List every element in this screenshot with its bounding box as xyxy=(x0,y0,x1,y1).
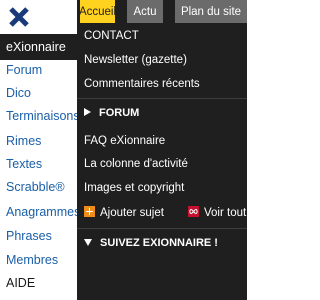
close-button[interactable] xyxy=(0,0,77,34)
follow-heading-label: SUIVEZ EXIONNAIRE ! xyxy=(100,237,218,249)
menu-item-images-copyright[interactable]: Images et copyright xyxy=(84,182,184,194)
close-icon xyxy=(8,6,30,28)
menu-item-contact[interactable]: CONTACT xyxy=(84,30,139,42)
sidebar-item-terminaisons[interactable]: Terminaisons xyxy=(0,103,80,129)
sidebar-item-aide[interactable]: AIDE xyxy=(0,270,77,296)
sidebar-item-scrabble[interactable]: Scrabble® xyxy=(0,174,77,200)
add-icon xyxy=(84,206,95,217)
infinity-icon xyxy=(188,206,199,217)
divider xyxy=(77,228,247,229)
menu-heading-follow[interactable]: SUIVEZ EXIONNAIRE ! xyxy=(84,237,218,249)
forum-heading-label: FORUM xyxy=(99,107,140,119)
see-all-label: Voir tout xyxy=(204,207,247,219)
sidebar-item-anagrammes[interactable]: Anagrammes xyxy=(0,199,80,225)
tab-plan-du-site[interactable]: Plan du site xyxy=(175,0,247,23)
tab-actu[interactable]: Actu xyxy=(127,0,163,23)
divider xyxy=(77,98,247,99)
menu-item-newsletter[interactable]: Newsletter (gazette) xyxy=(84,54,187,66)
sidebar: eXionnaire Forum Dico Terminaisons Rimes… xyxy=(0,0,80,300)
top-tabs: Accueil Actu Plan du site xyxy=(77,0,247,23)
tab-accueil[interactable]: Accueil xyxy=(79,0,116,23)
sidebar-item-phrases[interactable]: Phrases xyxy=(0,223,77,249)
menu-item-activity-column[interactable]: La colonne d'activité xyxy=(84,158,188,170)
see-all-link[interactable]: Voir tout xyxy=(188,206,246,219)
menu-item-faq[interactable]: FAQ eXionnaire xyxy=(84,135,165,147)
menu-item-recent-comments[interactable]: Commentaires récents xyxy=(84,78,200,90)
caret-down-icon xyxy=(84,237,92,249)
menu-heading-forum[interactable]: FORUM xyxy=(84,107,139,119)
add-subject-label: Ajouter sujet xyxy=(100,207,164,219)
menu-panel: Accueil Actu Plan du site CONTACT Newsle… xyxy=(77,0,247,300)
caret-right-icon xyxy=(84,107,91,119)
add-subject-link[interactable]: Ajouter sujet xyxy=(84,206,164,219)
